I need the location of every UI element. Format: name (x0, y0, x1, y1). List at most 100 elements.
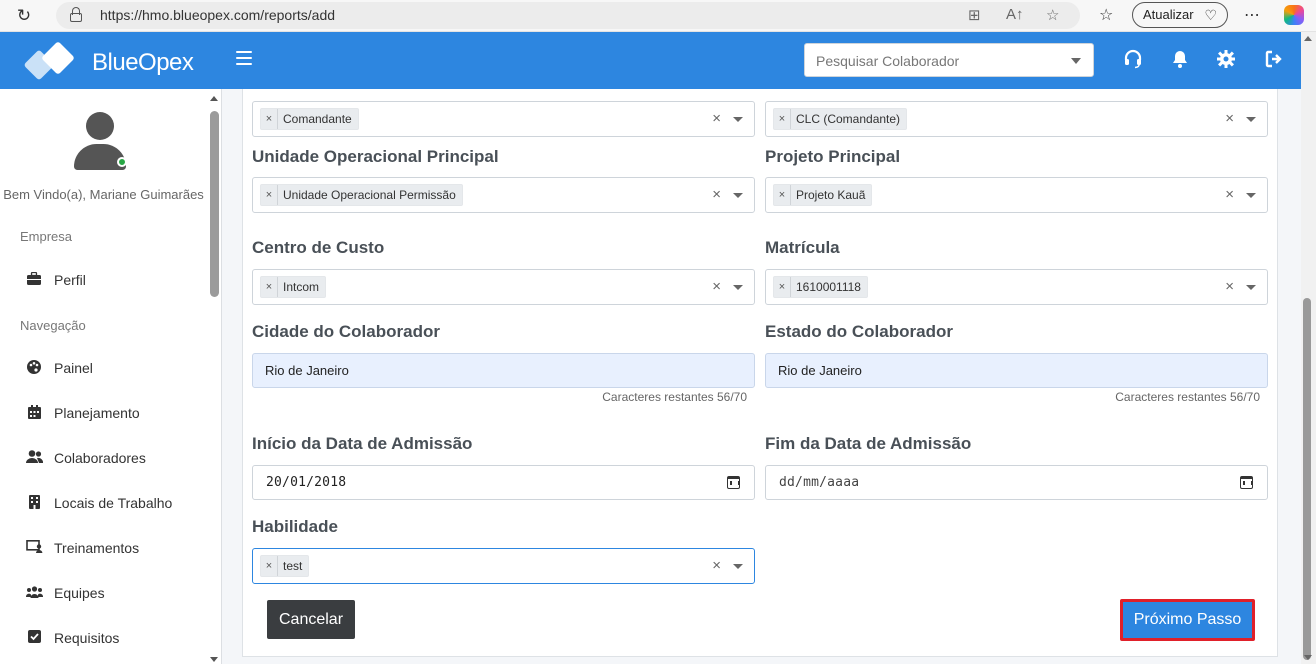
copilot-icon[interactable] (1284, 5, 1304, 25)
remove-tag-icon[interactable]: × (261, 556, 278, 576)
star-icon[interactable]: ☆ (1046, 6, 1059, 24)
building-icon (26, 495, 42, 511)
read-aloud-icon[interactable]: A↑ (1006, 6, 1024, 23)
chalkboard-icon (26, 540, 43, 556)
remove-tag-icon[interactable]: × (774, 109, 791, 129)
remove-tag-icon[interactable]: × (261, 277, 278, 297)
gear-icon[interactable] (1215, 49, 1237, 71)
sidebar-item-label: Locais de Trabalho (54, 495, 173, 511)
sidebar-item-treinamentos[interactable]: Treinamentos (26, 536, 206, 560)
sidebar-item-label: Planejamento (54, 405, 140, 421)
bell-icon[interactable] (1169, 49, 1191, 71)
chevron-down-icon[interactable] (1246, 117, 1256, 122)
clear-icon[interactable]: × (1225, 278, 1234, 295)
scroll-up-icon[interactable] (1304, 36, 1312, 41)
unidade-label: Unidade Operacional Principal (252, 147, 499, 166)
projeto-label: Projeto Principal (765, 147, 901, 166)
sidebar: Bem Vindo(a), Mariane Guimarães Empresa … (0, 89, 222, 664)
calendar-icon[interactable] (1240, 476, 1253, 489)
sidebar-item-label: Requisitos (54, 630, 120, 646)
chevron-down-icon[interactable] (1246, 193, 1256, 198)
sidebar-item-requisitos[interactable]: Requisitos (26, 626, 206, 650)
chevron-down-icon[interactable] (733, 193, 743, 198)
section-navigation: Navegação (20, 318, 86, 333)
search-collaborator-select[interactable]: Pesquisar Colaborador (804, 43, 1094, 77)
remove-tag-icon[interactable]: × (774, 185, 791, 205)
habilidade-select[interactable]: × test × (252, 548, 755, 584)
selected-tag: × Unidade Operacional Permissão (260, 184, 463, 206)
clear-icon[interactable]: × (712, 110, 721, 127)
app-header: BlueOpex Pesquisar Colaborador (0, 32, 1301, 89)
estado-input[interactable]: Rio de Janeiro (765, 353, 1268, 388)
grid-icon[interactable]: ⊞ (968, 6, 981, 24)
clear-icon[interactable]: × (712, 557, 721, 574)
favorites-icon[interactable]: ☆ (1099, 5, 1113, 25)
next-step-button[interactable]: Próximo Passo (1120, 599, 1255, 641)
matricula-label: Matrícula (765, 238, 840, 257)
search-placeholder: Pesquisar Colaborador (816, 53, 960, 69)
cidade-input[interactable]: Rio de Janeiro (252, 353, 755, 388)
sidebar-item-label: Equipes (54, 585, 105, 601)
sidebar-item-perfil[interactable]: Perfil (26, 268, 206, 292)
chevron-down-icon[interactable] (733, 117, 743, 122)
window-scrollbar[interactable] (1301, 32, 1316, 664)
sidebar-item-label: Painel (54, 360, 93, 376)
scroll-up-icon[interactable] (210, 96, 218, 101)
selected-tag-label: Intcom (283, 280, 320, 294)
scroll-thumb[interactable] (1303, 298, 1311, 660)
reload-icon[interactable]: ↻ (14, 6, 34, 26)
centro-select[interactable]: × Intcom × (252, 269, 755, 305)
clear-icon[interactable]: × (1225, 110, 1234, 127)
users-icon (26, 450, 44, 466)
remove-tag-icon[interactable]: × (261, 185, 278, 205)
sidebar-item-locais[interactable]: Locais de Trabalho (26, 491, 206, 515)
scroll-down-icon[interactable] (1304, 655, 1312, 660)
selected-tag: × 1610001118 (773, 276, 868, 298)
projeto-select[interactable]: × Projeto Kauã × (765, 177, 1268, 213)
estado-label: Estado do Colaborador (765, 322, 953, 341)
calendar-icon[interactable] (727, 476, 740, 489)
selected-tag-label: Unidade Operacional Permissão (283, 188, 456, 202)
unidade-select[interactable]: × Unidade Operacional Permissão × (252, 177, 755, 213)
fim-admissao-date-input[interactable]: dd/mm/aaaa (765, 465, 1268, 500)
sidebar-item-painel[interactable]: Painel (26, 356, 206, 380)
more-icon[interactable]: ⋯ (1244, 5, 1260, 25)
selected-tag: × CLC (Comandante) (773, 108, 908, 130)
chevron-down-icon[interactable] (733, 564, 743, 569)
selected-tag: × Comandante (260, 108, 359, 130)
calendar-icon (26, 405, 42, 421)
clear-icon[interactable]: × (712, 186, 721, 203)
matricula-select[interactable]: × 1610001118 × (765, 269, 1268, 305)
clear-icon[interactable]: × (712, 278, 721, 295)
logout-icon[interactable] (1263, 49, 1285, 71)
heart-icon: ♡ (1204, 7, 1217, 23)
sidebar-item-colaboradores[interactable]: Colaboradores (26, 446, 206, 470)
sidebar-item-equipes[interactable]: Equipes (25, 581, 206, 605)
sidebar-scrollbar[interactable] (208, 89, 221, 664)
chevron-down-icon[interactable] (1246, 285, 1256, 290)
scroll-down-icon[interactable] (210, 657, 218, 662)
selected-tag-label: Comandante (283, 112, 352, 126)
sidebar-item-label: Colaboradores (54, 450, 146, 466)
clear-icon[interactable]: × (1225, 186, 1234, 203)
headset-icon[interactable] (1122, 49, 1144, 71)
sidebar-item-label: Treinamentos (54, 540, 140, 556)
fim-admissao-label: Fim da Data de Admissão (765, 434, 972, 453)
checkbox-icon (26, 630, 42, 646)
menu-icon[interactable] (236, 51, 252, 65)
selected-tag-label: 1610001118 (796, 280, 861, 294)
remove-tag-icon[interactable]: × (261, 109, 278, 129)
lock-icon (69, 7, 83, 23)
remove-tag-icon[interactable]: × (774, 277, 791, 297)
cancel-button[interactable]: Cancelar (267, 600, 355, 639)
scroll-thumb[interactable] (210, 111, 219, 297)
address-bar[interactable]: https://hmo.blueopex.com/reports/add ⊞ A… (56, 2, 1080, 29)
sidebar-item-planejamento[interactable]: Planejamento (26, 401, 206, 425)
chevron-down-icon[interactable] (733, 285, 743, 290)
centro-label: Centro de Custo (252, 238, 385, 257)
cargo-select[interactable]: × Comandante × (252, 101, 755, 137)
online-status-icon (117, 157, 127, 167)
inicio-admissao-date-input[interactable]: 20/01/2018 (252, 465, 755, 500)
cargo-clc-select[interactable]: × CLC (Comandante) × (765, 101, 1268, 137)
update-button[interactable]: Atualizar ♡ (1132, 2, 1228, 28)
